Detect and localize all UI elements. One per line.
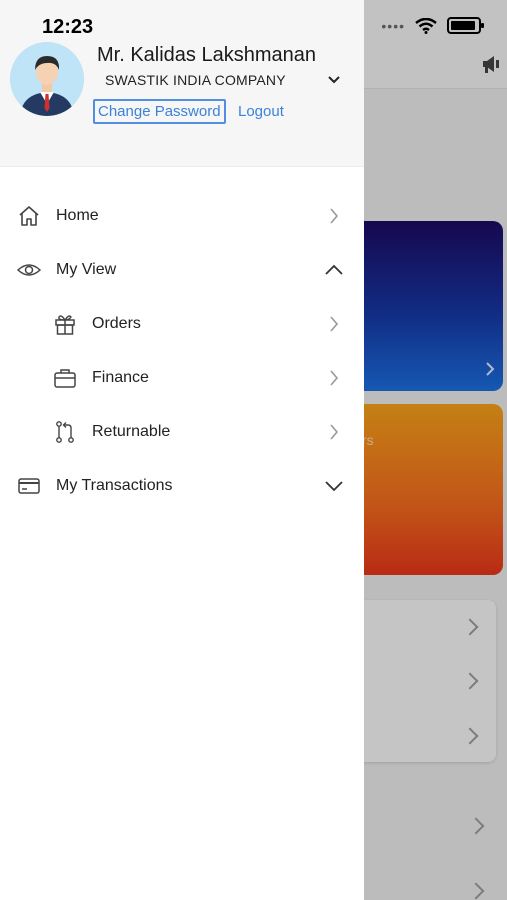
menu-label-returnable: Returnable [92, 423, 171, 440]
user-avatar-icon [10, 42, 84, 116]
chevron-right-icon [324, 368, 344, 388]
eye-icon [17, 258, 41, 282]
gift-icon [53, 312, 77, 336]
change-password-link[interactable]: Change Password [93, 99, 226, 124]
chevron-right-icon [324, 422, 344, 442]
menu-item-my-transactions[interactable]: My Transactions [0, 459, 364, 513]
avatar[interactable] [10, 42, 84, 116]
menu-item-returnable[interactable]: Returnable [0, 405, 364, 459]
menu-label-my-transactions: My Transactions [56, 477, 173, 494]
signal-icon: •••• [381, 17, 405, 34]
briefcase-icon [53, 366, 77, 390]
chevron-down-icon [324, 476, 344, 496]
menu-label-finance: Finance [92, 369, 149, 386]
menu-item-my-view[interactable]: My View [0, 243, 364, 297]
chevron-up-icon [324, 260, 344, 280]
logout-link[interactable]: Logout [238, 103, 284, 120]
menu-label-home: Home [56, 207, 99, 224]
wifi-icon [415, 17, 437, 34]
user-name: Mr. Kalidas Lakshmanan [97, 44, 317, 66]
chevron-right-icon [324, 206, 344, 226]
menu-item-home[interactable]: Home [0, 189, 364, 243]
menu-label-my-view: My View [56, 261, 117, 278]
company-name: SWASTIK INDIA COMPANY [105, 72, 286, 88]
menu-item-finance[interactable]: Finance [0, 351, 364, 405]
home-icon [17, 204, 41, 228]
status-time: 12:23 [42, 16, 94, 38]
battery-icon [447, 17, 484, 34]
menu-item-orders[interactable]: Orders [0, 297, 364, 351]
company-selector[interactable]: SWASTIK INDIA COMPANY [105, 72, 340, 88]
status-icons: •••• [381, 17, 484, 34]
chevron-right-icon [324, 314, 344, 334]
returnable-icon [53, 420, 77, 444]
chevron-down-icon[interactable] [328, 76, 340, 84]
side-drawer: Mr. Kalidas Lakshmanan SWASTIK INDIA COM… [0, 0, 364, 900]
credit-card-icon [17, 474, 41, 498]
menu-label-orders: Orders [92, 315, 141, 332]
